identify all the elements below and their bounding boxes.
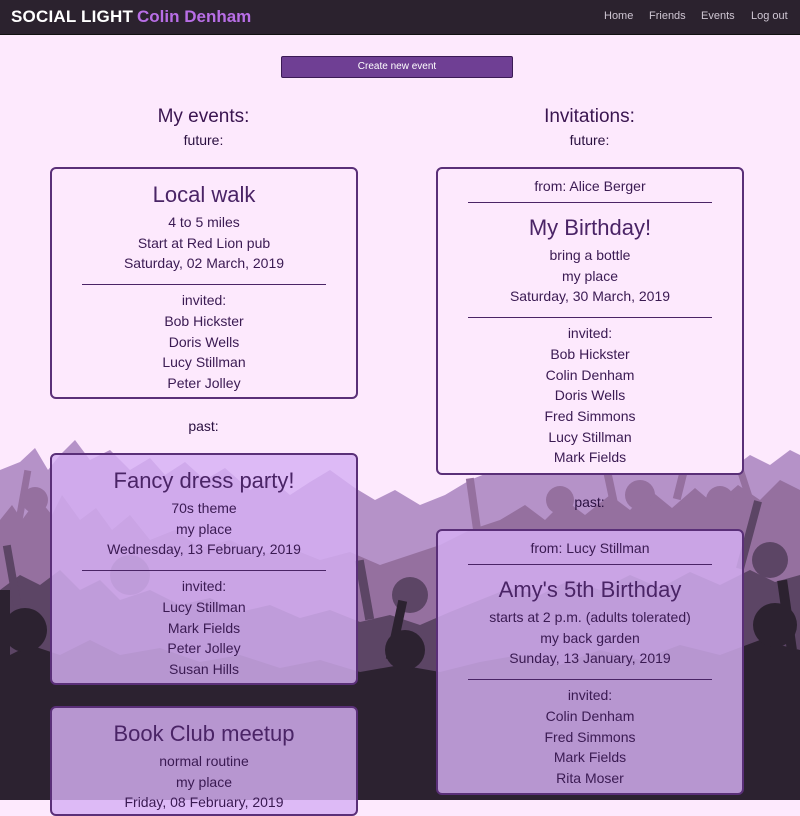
invitee: Mark Fields (167, 619, 241, 636)
invitee: Fred Simmons (544, 728, 636, 745)
event-date: Saturday, 30 March, 2019 (509, 288, 671, 305)
event-title: Amy's 5th Birthday (498, 577, 682, 602)
event-date: Friday, 08 February, 2019 (124, 794, 284, 811)
event-detail: normal routine (159, 753, 249, 769)
event-title: My Birthday! (528, 215, 652, 240)
my-events-past-label: past: (188, 418, 219, 434)
event-detail: bring a bottle (549, 247, 631, 263)
event-detail: my back garden (540, 629, 640, 646)
brand-logo[interactable]: SOCIAL LIGHT (11, 7, 133, 27)
divider (82, 570, 326, 572)
invitee: Colin Denham (545, 707, 635, 724)
event-date: Sunday, 13 January, 2019 (509, 650, 671, 667)
invitee: Bob Hickster (164, 312, 244, 329)
nav-logout-link[interactable]: Log out (751, 10, 788, 22)
invitation-card-amys-5th-birthday[interactable]: from: Lucy Stillman Amy's 5th Birthday s… (436, 529, 744, 795)
divider (468, 679, 712, 681)
invitee: Peter Jolley (167, 374, 241, 391)
divider (82, 284, 326, 286)
invitations-past-label: past: (574, 494, 605, 510)
invited-label: invited: (567, 687, 613, 704)
invitations-heading: Invitations: (544, 106, 635, 127)
invitee: Fred Simmons (544, 407, 636, 424)
nav-friends-link[interactable]: Friends (649, 10, 686, 22)
invitee: Colin Denham (545, 366, 635, 383)
invitee: Doris Wells (168, 333, 240, 350)
event-date: Wednesday, 13 February, 2019 (107, 541, 301, 558)
current-user-name[interactable]: Colin Denham (137, 7, 251, 27)
invitee: Lucy Stillman (162, 598, 246, 615)
invitation-from: from: Alice Berger (534, 178, 646, 194)
invitations-future-label: future: (569, 132, 610, 148)
invited-label: invited: (181, 578, 227, 595)
event-card-local-walk[interactable]: Local walk 4 to 5 miles Start at Red Lio… (50, 167, 358, 399)
invitee: Lucy Stillman (548, 428, 632, 445)
event-title: Local walk (152, 182, 256, 207)
event-detail: 70s theme (171, 500, 237, 516)
invitation-from: from: Lucy Stillman (530, 540, 650, 556)
divider (468, 202, 712, 203)
event-detail: my place (175, 520, 233, 537)
invitee: Rita Moser (556, 769, 624, 786)
event-detail: 4 to 5 miles (168, 214, 240, 230)
invitee: Susan Hills (168, 660, 240, 677)
event-date: Saturday, 02 March, 2019 (123, 255, 285, 272)
invitee: Bob Hickster (550, 345, 630, 362)
create-new-event-button[interactable]: Create new event (281, 56, 513, 78)
invitee: Mark Fields (553, 749, 627, 766)
invitee: Mark Fields (553, 449, 627, 466)
event-detail: starts at 2 p.m. (adults tolerated) (489, 609, 691, 625)
event-detail: my place (561, 267, 619, 284)
nav-events-link[interactable]: Events (701, 10, 735, 22)
my-events-heading: My events: (157, 106, 250, 127)
event-detail: my place (175, 773, 233, 790)
top-navbar: SOCIAL LIGHT Colin Denham Home Friends E… (0, 0, 800, 35)
nav-home-link[interactable]: Home (604, 10, 633, 22)
invited-label: invited: (567, 325, 613, 342)
my-events-future-label: future: (183, 132, 224, 148)
event-card-fancy-dress-party[interactable]: Fancy dress party! 70s theme my place We… (50, 453, 358, 685)
event-title: Fancy dress party! (113, 468, 295, 493)
divider (468, 317, 712, 319)
divider (468, 564, 712, 565)
invitation-card-my-birthday[interactable]: from: Alice Berger My Birthday! bring a … (436, 167, 744, 475)
event-detail: Start at Red Lion pub (137, 234, 271, 251)
invitee: Doris Wells (554, 387, 626, 404)
invitee: Peter Jolley (167, 640, 241, 657)
event-title: Book Club meetup (113, 721, 295, 746)
invitee: Lucy Stillman (162, 354, 246, 371)
invited-label: invited: (181, 292, 227, 309)
